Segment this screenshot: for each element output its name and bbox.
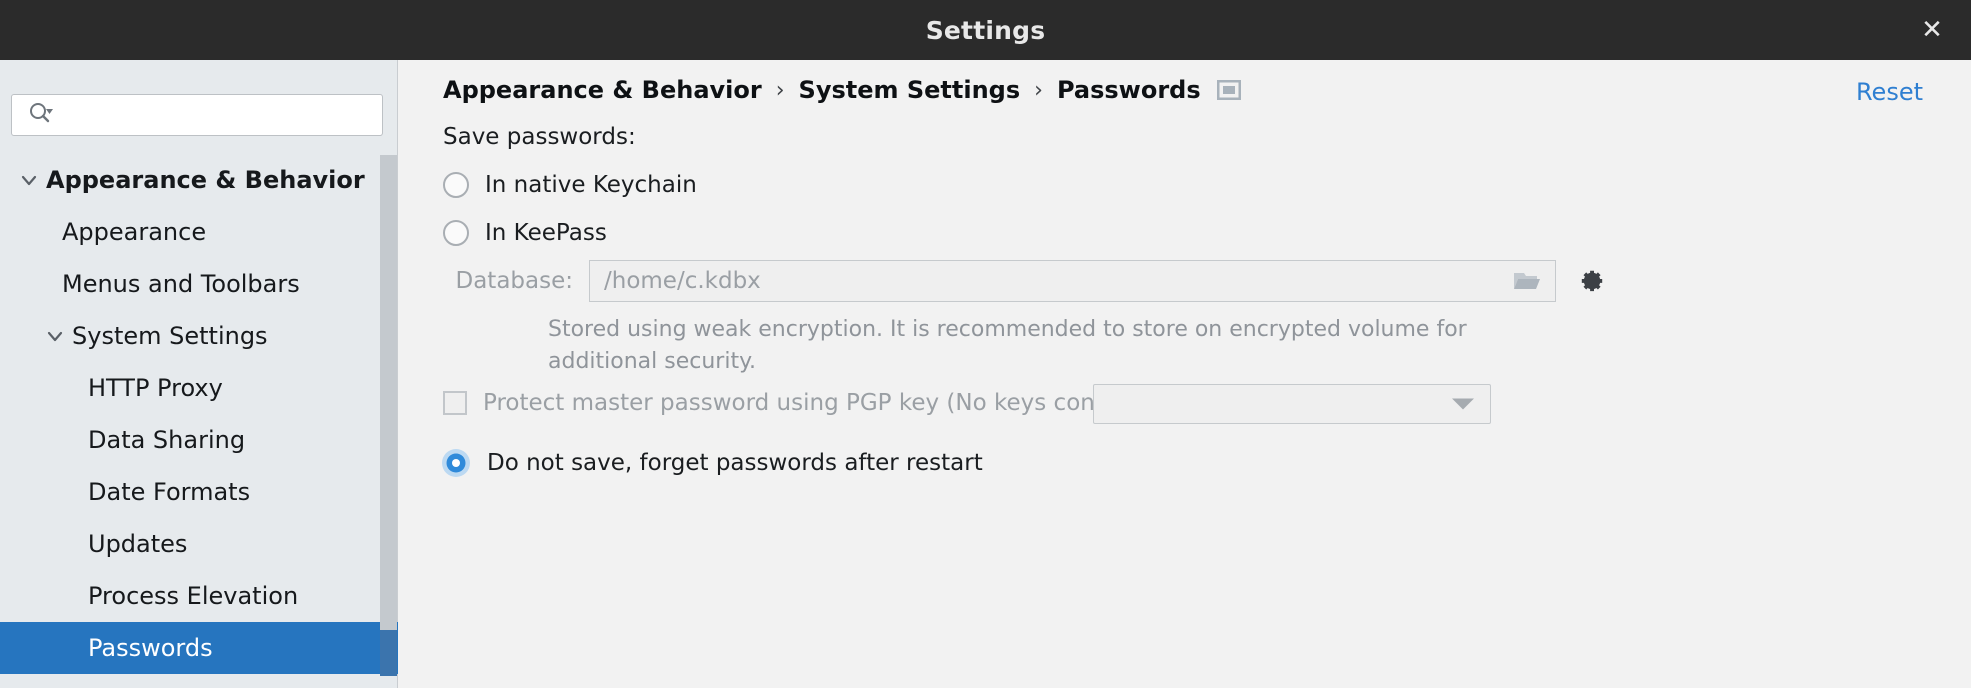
search-icon (28, 102, 54, 128)
radio-label: In native Keychain (485, 172, 697, 198)
sidebar-item-label: Process Elevation (88, 582, 299, 610)
sidebar-item-label: Passwords (88, 634, 213, 662)
pgp-checkbox[interactable] (443, 391, 467, 415)
radio-option-keepass[interactable]: In KeePass (443, 220, 607, 246)
radio-circle-icon[interactable] (443, 220, 469, 246)
pgp-label: Protect master password using PGP key (N… (483, 390, 1186, 416)
settings-content-panel: Appearance & Behavior › System Settings … (399, 60, 1971, 688)
window-title: Settings (925, 15, 1046, 45)
chevron-down-icon[interactable] (44, 325, 66, 347)
title-bar: Settings ✕ (0, 0, 1971, 60)
breadcrumb-item-appearance-and-behavior[interactable]: Appearance & Behavior (443, 76, 762, 104)
settings-tree: Appearance & Behavior Appearance Menus a… (0, 154, 398, 688)
sidebar-item-updates[interactable]: Updates (0, 518, 398, 570)
sidebar-item-system-settings[interactable]: System Settings (0, 310, 398, 362)
gear-icon[interactable] (1576, 266, 1606, 296)
save-passwords-label: Save passwords: (443, 124, 636, 150)
database-label: Database: (455, 268, 574, 294)
folder-icon[interactable] (1513, 270, 1541, 292)
sidebar-item-process-elevation[interactable]: Process Elevation (0, 570, 398, 622)
database-row: Database: /home/c.kdbx (399, 260, 1919, 302)
sidebar-scrollbar[interactable] (380, 60, 397, 688)
search-input[interactable] (62, 103, 362, 127)
radio-label: Do not save, forget passwords after rest… (487, 450, 983, 476)
database-path-input[interactable]: /home/c.kdbx (589, 260, 1556, 302)
encryption-hint-text: Stored using weak encryption. It is reco… (548, 317, 1467, 374)
window-icon[interactable] (1216, 79, 1242, 101)
radio-label: In KeePass (485, 220, 607, 246)
sidebar-item-label: Appearance (62, 218, 207, 246)
sidebar-item-label: Updates (88, 530, 188, 558)
search-field-wrapper (11, 94, 383, 136)
sidebar-item-label: Data Sharing (88, 426, 246, 454)
breadcrumb-separator: › (1034, 77, 1043, 103)
search-box[interactable] (11, 94, 383, 136)
pgp-checkbox-row[interactable]: Protect master password using PGP key (N… (443, 390, 1185, 416)
breadcrumb-separator: › (775, 77, 785, 103)
settings-dialog: Settings ✕ Appearance & Behavior Appeara… (0, 0, 1971, 688)
radio-option-do-not-save[interactable]: Do not save, forget passwords after rest… (441, 448, 983, 478)
radio-circle-icon[interactable] (441, 448, 471, 478)
sidebar-item-label: Menus and Toolbars (62, 270, 300, 298)
sidebar-item-passwords[interactable]: Passwords (0, 622, 398, 674)
reset-button[interactable]: Reset (1856, 78, 1923, 106)
sidebar-scrollbar-thumb[interactable] (380, 155, 397, 655)
breadcrumb: Appearance & Behavior › System Settings … (443, 70, 1242, 110)
database-path-value: /home/c.kdbx (604, 268, 761, 294)
sidebar-item-label: HTTP Proxy (88, 374, 223, 402)
breadcrumb-item-system-settings[interactable]: System Settings (799, 76, 1021, 104)
close-icon[interactable]: ✕ (1915, 13, 1949, 47)
sidebar-item-label: Appearance & Behavior (46, 166, 365, 194)
sidebar-item-label: System Settings (72, 322, 268, 350)
breadcrumb-item-passwords: Passwords (1056, 76, 1201, 104)
sidebar-item-label: Date Formats (88, 478, 251, 506)
radio-option-native-keychain[interactable]: In native Keychain (443, 172, 697, 198)
sidebar-item-http-proxy[interactable]: HTTP Proxy (0, 362, 398, 414)
sidebar-item-appearance[interactable]: Appearance (0, 206, 398, 258)
chevron-down-icon[interactable] (1452, 398, 1474, 410)
radio-circle-icon[interactable] (443, 172, 469, 198)
pgp-key-select[interactable] (1093, 384, 1491, 424)
sidebar-item-appearance-and-behavior[interactable]: Appearance & Behavior (0, 154, 398, 206)
settings-sidebar: Appearance & Behavior Appearance Menus a… (0, 60, 398, 688)
chevron-down-icon[interactable] (18, 169, 40, 191)
sidebar-item-menus-and-toolbars[interactable]: Menus and Toolbars (0, 258, 398, 310)
sidebar-item-data-sharing[interactable]: Data Sharing (0, 414, 398, 466)
sidebar-item-date-formats[interactable]: Date Formats (0, 466, 398, 518)
sidebar-scrollbar-thumb-selected-overlay[interactable] (380, 630, 397, 676)
